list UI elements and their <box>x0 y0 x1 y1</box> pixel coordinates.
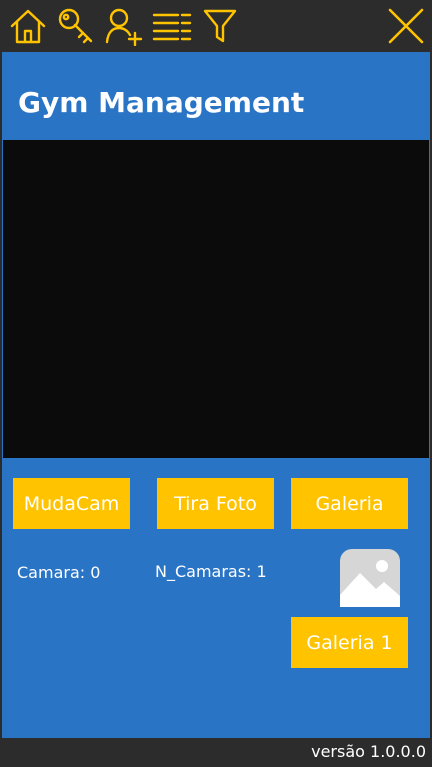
mudacam-button[interactable]: MudaCam <box>13 478 130 529</box>
add-user-icon[interactable] <box>104 6 144 46</box>
galeria-button[interactable]: Galeria <box>291 478 408 529</box>
list-icon[interactable] <box>152 6 192 46</box>
camera-preview <box>3 140 429 458</box>
main-panel: Gym Management MudaCam Tira Foto Galeria… <box>2 52 430 738</box>
key-icon[interactable] <box>56 6 96 46</box>
close-icon[interactable] <box>386 6 426 46</box>
top-toolbar <box>0 0 432 52</box>
galeria-1-button[interactable]: Galeria 1 <box>291 617 408 668</box>
version-label: versão 1.0.0.0 <box>311 742 426 761</box>
status-bar: versão 1.0.0.0 <box>0 738 432 767</box>
tirafoto-button[interactable]: Tira Foto <box>157 478 274 529</box>
home-icon[interactable] <box>8 6 48 46</box>
image-placeholder-icon[interactable] <box>340 549 400 607</box>
app-window: Gym Management MudaCam Tira Foto Galeria… <box>0 0 432 767</box>
camera-index-label: Camara: 0 <box>17 563 101 582</box>
filter-icon[interactable] <box>200 6 240 46</box>
page-title: Gym Management <box>18 86 305 119</box>
camera-count-label: N_Camaras: 1 <box>155 562 267 581</box>
